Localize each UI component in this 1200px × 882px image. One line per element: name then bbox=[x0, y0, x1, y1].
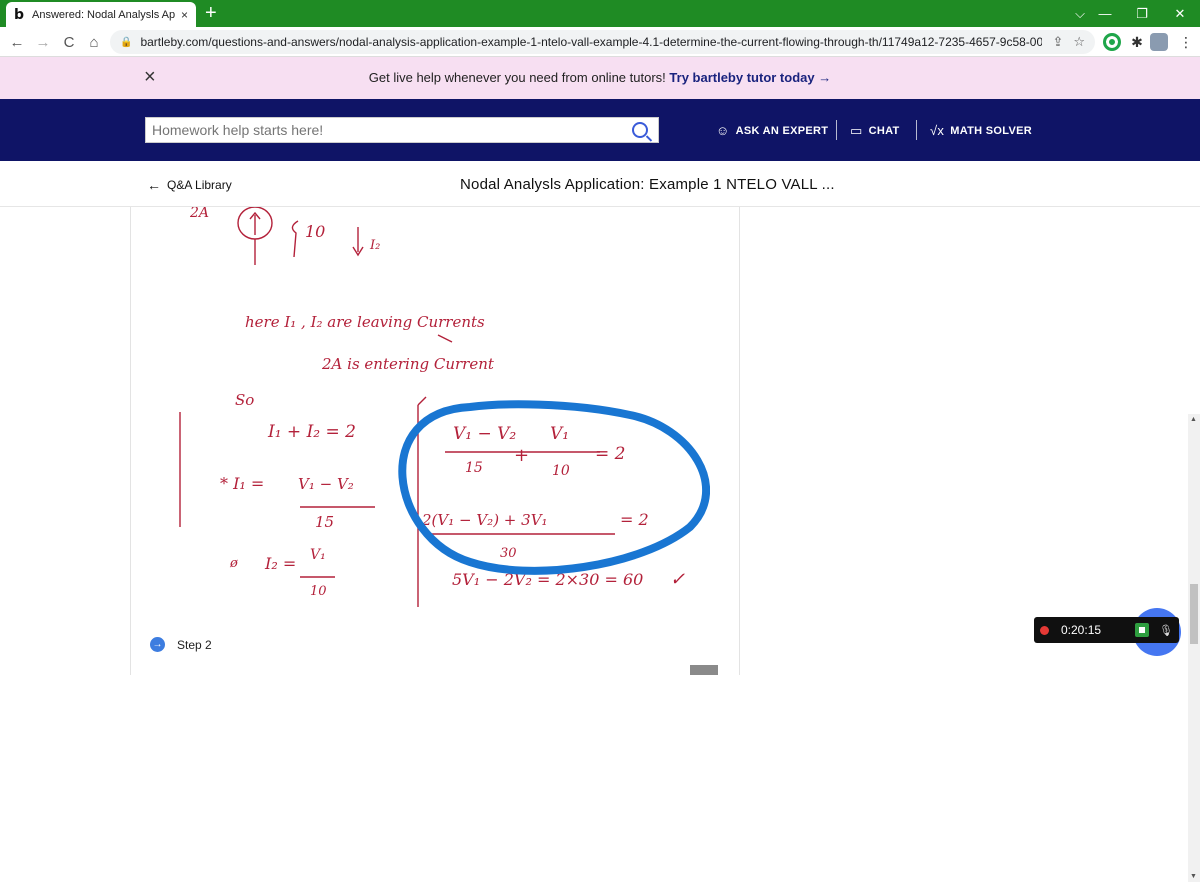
url-text: bartleby.com/questions-and-answers/nodal… bbox=[140, 35, 1043, 49]
step-label: Step 2 bbox=[177, 637, 212, 652]
i1-denominator: 15 bbox=[315, 513, 334, 531]
promo-banner: × Get live help whenever you need from o… bbox=[0, 57, 1200, 99]
profile-avatar[interactable] bbox=[1150, 33, 1168, 51]
main-content: 2A 10 I₂ here I₁ , I₂ are leaving Curren… bbox=[0, 207, 1200, 882]
circled-denominator-3: 30 bbox=[500, 546, 517, 561]
chat-bubble-icon: ▭ bbox=[850, 123, 863, 138]
back-arrow-icon: ← bbox=[147, 177, 161, 193]
step-arrow-icon: → bbox=[150, 637, 165, 652]
resistor-symbol bbox=[291, 220, 299, 258]
handwritten-solution-image: 2A 10 I₂ here I₁ , I₂ are leaving Curren… bbox=[179, 207, 710, 607]
circled-denominator-1: 15 bbox=[465, 460, 483, 476]
column-divider bbox=[130, 207, 131, 675]
screen-recorder-widget: 0:20:15 🎙 bbox=[1034, 617, 1179, 643]
circled-denominator-2: 10 bbox=[552, 463, 570, 479]
math-solver-icon: √x bbox=[930, 123, 945, 138]
reload-button[interactable]: C bbox=[58, 31, 80, 53]
header-divider bbox=[916, 120, 917, 140]
extension-green-icon[interactable] bbox=[1103, 33, 1121, 51]
i1-numerator: V₁ − V₂ bbox=[298, 475, 354, 493]
bookmark-star-icon[interactable]: ☆ bbox=[1073, 34, 1085, 50]
circled-plus: + bbox=[514, 445, 529, 466]
back-button[interactable]: ← bbox=[6, 31, 28, 53]
site-header: ☺ ASK AN EXPERT ▭ CHAT √x MATH SOLVER bbox=[0, 99, 1200, 161]
source-label: 2A bbox=[189, 207, 209, 221]
scroll-thumb[interactable] bbox=[1190, 584, 1198, 644]
circled-numerator-3: 2(V₁ − V₂) + 3V₁ bbox=[421, 511, 548, 529]
note-so: So bbox=[235, 391, 254, 409]
address-bar[interactable]: 🔒 bartleby.com/questions-and-answers/nod… bbox=[110, 30, 1095, 54]
math-solver-button[interactable]: √x MATH SOLVER bbox=[930, 123, 1032, 138]
stop-recording-button[interactable] bbox=[1135, 623, 1150, 637]
person-icon: ☺ bbox=[716, 123, 730, 138]
promo-text: Get live help whenever you need from onl… bbox=[0, 70, 1200, 85]
bartleby-favicon-icon: b bbox=[14, 6, 25, 23]
lock-icon: 🔒 bbox=[120, 36, 133, 48]
circled-numerator-1: V₁ − V₂ bbox=[453, 424, 516, 444]
circled-equals-2: = 2 bbox=[595, 444, 625, 464]
note-leaving-currents: here I₁ , I₂ are leaving Currents bbox=[245, 313, 485, 331]
forward-button[interactable]: → bbox=[32, 31, 54, 53]
next-image-edge bbox=[690, 665, 718, 675]
chat-label: CHAT bbox=[868, 125, 900, 137]
minimize-button[interactable]: — bbox=[1085, 0, 1125, 27]
scroll-up-icon[interactable]: ▲ bbox=[1190, 416, 1197, 423]
tab-title: Answered: Nodal Analysls Applic bbox=[32, 8, 175, 21]
bullet-mark: ø bbox=[229, 556, 238, 571]
home-button[interactable]: ⌂ bbox=[83, 31, 105, 53]
i2-numerator: V₁ bbox=[310, 547, 326, 563]
browser-tab[interactable]: b Answered: Nodal Analysls Applic × bbox=[6, 2, 196, 27]
kcl-equation: I₁ + I₂ = 2 bbox=[267, 422, 356, 442]
browser-menu-icon[interactable]: ⋮ bbox=[1177, 33, 1195, 51]
column-divider bbox=[739, 207, 740, 675]
chat-button[interactable]: ▭ CHAT bbox=[850, 123, 900, 139]
page-scrollbar[interactable]: ▲ ▼ bbox=[1188, 414, 1200, 882]
share-icon[interactable]: ⇪ bbox=[1052, 34, 1063, 50]
resistor-label: 10 bbox=[305, 222, 325, 241]
new-tab-button[interactable]: + bbox=[205, 2, 217, 24]
note-entering-current: 2A is entering Current bbox=[321, 355, 495, 373]
recording-timer: 0:20:15 bbox=[1061, 623, 1102, 637]
page-title: Nodal Analysls Application: Example 1 NT… bbox=[460, 176, 835, 193]
search-icon[interactable] bbox=[632, 122, 648, 138]
circled-numerator-2: V₁ bbox=[550, 424, 569, 444]
browser-tab-strip: b Answered: Nodal Analysls Applic × + ⌵ … bbox=[0, 0, 1200, 27]
ask-expert-label: ASK AN EXPERT bbox=[735, 124, 829, 137]
extensions-puzzle-icon[interactable]: ✱ bbox=[1128, 33, 1146, 51]
scroll-down-icon[interactable]: ▼ bbox=[1190, 873, 1197, 880]
math-solver-label: MATH SOLVER bbox=[950, 124, 1032, 137]
restore-button[interactable]: ❐ bbox=[1122, 0, 1162, 27]
check-mark-icon: ✓ bbox=[670, 569, 685, 590]
promo-message: Get live help whenever you need from onl… bbox=[368, 70, 666, 85]
qa-library-link[interactable]: ← Q&A Library bbox=[147, 177, 232, 193]
promo-tutor-link[interactable]: Try bartleby tutor today → bbox=[669, 70, 831, 85]
qa-library-label: Q&A Library bbox=[167, 178, 232, 192]
i1-lhs: * I₁ = bbox=[220, 474, 264, 493]
mute-mic-icon[interactable]: 🎙 bbox=[1159, 624, 1173, 637]
i2-lhs: I₂ = bbox=[264, 554, 296, 573]
step-2-toggle[interactable]: → Step 2 bbox=[150, 637, 212, 652]
ask-expert-button[interactable]: ☺ ASK AN EXPERT bbox=[716, 123, 828, 138]
current-i2-label: I₂ bbox=[369, 238, 380, 253]
circled-equals-2b: = 2 bbox=[620, 510, 649, 529]
browser-toolbar: ← → C ⌂ 🔒 bartleby.com/questions-and-ans… bbox=[0, 27, 1200, 57]
window-close-button[interactable]: ✕ bbox=[1160, 0, 1200, 27]
search-box bbox=[145, 117, 659, 143]
tab-close-icon[interactable]: × bbox=[181, 8, 188, 22]
i2-denominator: 10 bbox=[310, 584, 327, 599]
header-divider bbox=[836, 120, 837, 140]
recording-dot-icon bbox=[1040, 625, 1049, 635]
breadcrumb-bar: ← Q&A Library Nodal Analysls Application… bbox=[0, 161, 1200, 207]
search-input[interactable] bbox=[152, 122, 632, 138]
